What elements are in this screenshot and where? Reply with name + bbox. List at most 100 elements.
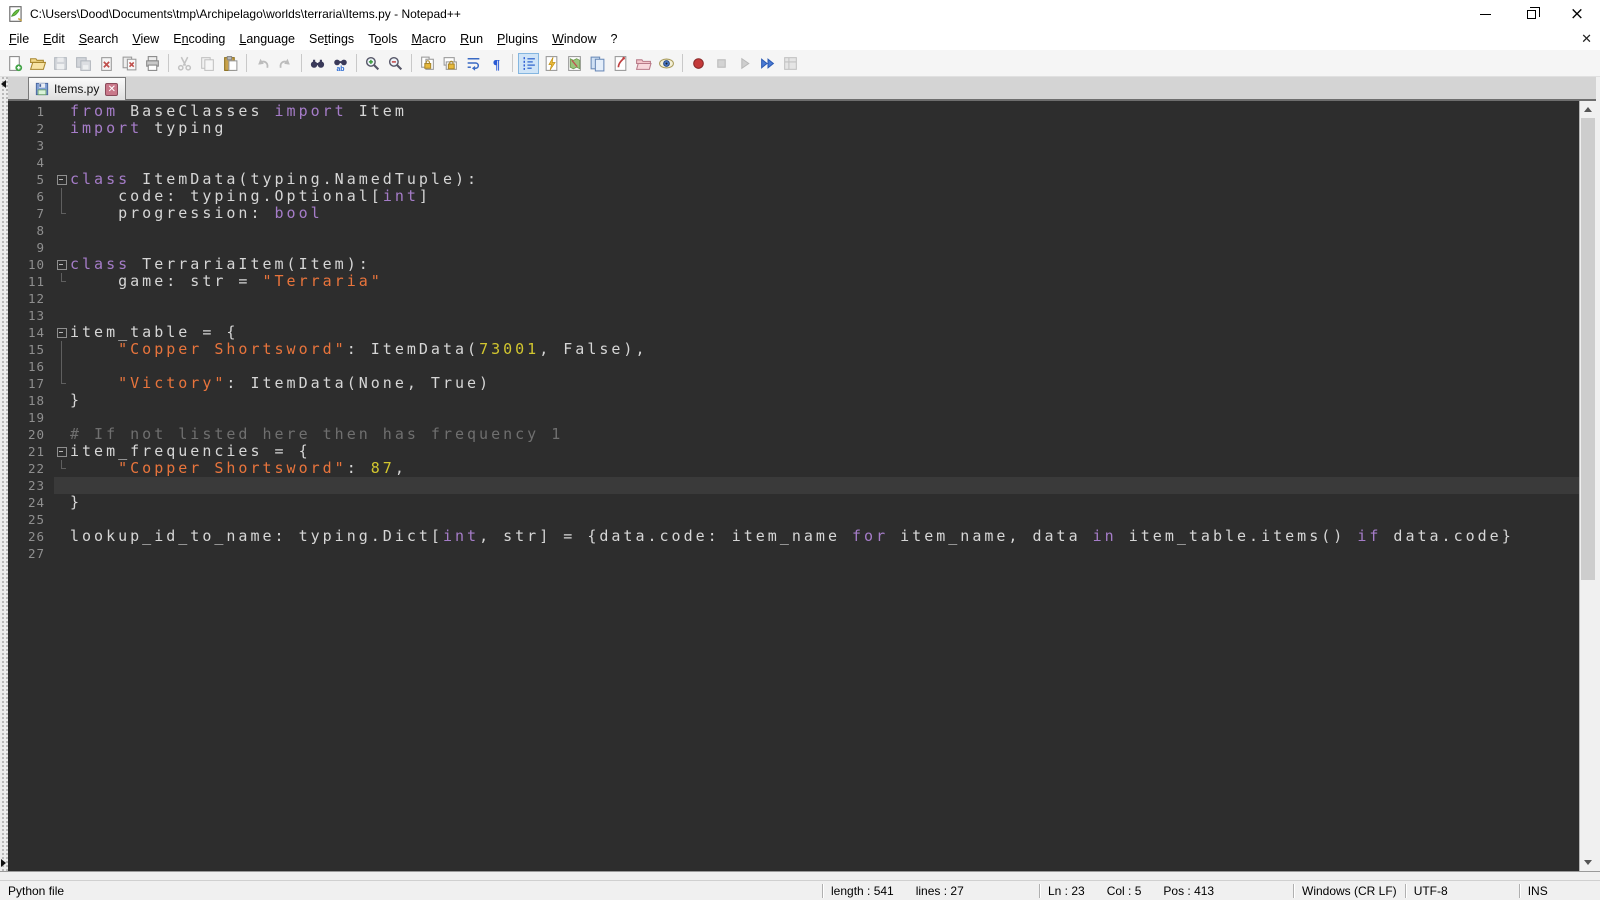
fold-marker-box[interactable] <box>54 443 70 460</box>
code-text[interactable] <box>70 545 1579 562</box>
status-insert-mode[interactable]: INS <box>1520 881 1600 900</box>
code-line-9[interactable]: 9 <box>8 239 1579 256</box>
toolbar-button-word-wrap[interactable] <box>463 53 484 74</box>
code-text[interactable] <box>70 137 1579 154</box>
code-line-23[interactable]: 23 <box>8 477 1579 494</box>
menu-item-macro[interactable]: Macro <box>404 30 453 48</box>
code-text[interactable]: class ItemData(typing.NamedTuple): <box>70 171 1579 188</box>
toolbar-button-show-all-characters[interactable]: ¶ <box>486 53 507 74</box>
code-text[interactable] <box>70 409 1579 426</box>
left-dock-splitter[interactable] <box>0 77 8 871</box>
menu-item-encoding[interactable]: Encoding <box>166 30 232 48</box>
toolbar-button-replace[interactable]: ab <box>330 53 351 74</box>
code-text[interactable] <box>70 290 1579 307</box>
fold-marker-box[interactable] <box>54 171 70 188</box>
toolbar-button-zoom-out[interactable] <box>385 53 406 74</box>
toolbar-button-document-list[interactable] <box>587 53 608 74</box>
code-text[interactable] <box>70 358 1579 375</box>
code-text[interactable]: progression: bool <box>70 205 1579 222</box>
toolbar-button-save[interactable] <box>50 53 71 74</box>
toolbar-button-macro-record[interactable] <box>688 53 709 74</box>
code-text[interactable]: } <box>70 392 1579 409</box>
code-line-10[interactable]: 10class TerrariaItem(Item): <box>8 256 1579 273</box>
scrollbar-thumb[interactable] <box>1581 118 1595 580</box>
code-text[interactable] <box>70 154 1579 171</box>
code-line-14[interactable]: 14item_table = { <box>8 324 1579 341</box>
status-encoding[interactable]: UTF-8 <box>1406 881 1519 900</box>
close-button[interactable]: × <box>1554 0 1600 28</box>
fold-marker-box[interactable] <box>54 256 70 273</box>
code-text[interactable]: import typing <box>70 120 1579 137</box>
code-line-4[interactable]: 4 <box>8 154 1579 171</box>
scrollbar-track[interactable] <box>1580 118 1596 854</box>
toolbar-button-find[interactable] <box>307 53 328 74</box>
menu-item-edit[interactable]: Edit <box>36 30 72 48</box>
code-line-12[interactable]: 12 <box>8 290 1579 307</box>
toolbar-button-close-all[interactable] <box>119 53 140 74</box>
menu-item-file[interactable]: File <box>2 30 36 48</box>
code-line-19[interactable]: 19 <box>8 409 1579 426</box>
restore-button[interactable] <box>1508 0 1554 28</box>
toolbar-button-sync-scroll-vertical[interactable] <box>417 53 438 74</box>
code-text[interactable]: item_table = { <box>70 324 1579 341</box>
toolbar-button-undo[interactable] <box>252 53 273 74</box>
dock-expand-right-icon[interactable] <box>1 859 6 867</box>
code-text[interactable]: item_frequencies = { <box>70 443 1579 460</box>
menu-item-help[interactable]: ? <box>604 30 625 48</box>
tab-items-py[interactable]: Items.py ✕ <box>28 77 126 100</box>
menu-item-search[interactable]: Search <box>72 30 126 48</box>
code-text[interactable] <box>70 511 1579 528</box>
close-document-icon[interactable]: ✕ <box>1581 32 1592 47</box>
code-text[interactable]: "Copper Shortsword": ItemData(73001, Fal… <box>70 341 1579 358</box>
code-text[interactable]: class TerrariaItem(Item): <box>70 256 1579 273</box>
toolbar-button-sync-scroll-horizontal[interactable] <box>440 53 461 74</box>
code-line-18[interactable]: 18} <box>8 392 1579 409</box>
toolbar-button-macro-play[interactable] <box>734 53 755 74</box>
code-line-5[interactable]: 5class ItemData(typing.NamedTuple): <box>8 171 1579 188</box>
code-line-22[interactable]: 22 "Copper Shortsword": 87, <box>8 460 1579 477</box>
toolbar-button-redo[interactable] <box>275 53 296 74</box>
menu-item-settings[interactable]: Settings <box>302 30 361 48</box>
toolbar-button-copy[interactable] <box>197 53 218 74</box>
code-line-7[interactable]: 7 progression: bool <box>8 205 1579 222</box>
toolbar-button-indent-guide[interactable] <box>518 53 539 74</box>
menu-item-language[interactable]: Language <box>232 30 302 48</box>
code-line-15[interactable]: 15 "Copper Shortsword": ItemData(73001, … <box>8 341 1579 358</box>
toolbar-button-close-file[interactable] <box>96 53 117 74</box>
toolbar-button-macro-run-multiple[interactable] <box>757 53 778 74</box>
toolbar-button-function-list[interactable] <box>541 53 562 74</box>
code-text[interactable]: game: str = "Terraria" <box>70 273 1579 290</box>
code-text[interactable] <box>70 222 1579 239</box>
code-line-3[interactable]: 3 <box>8 137 1579 154</box>
code-line-27[interactable]: 27 <box>8 545 1579 562</box>
menu-item-window[interactable]: Window <box>545 30 603 48</box>
toolbar-button-print[interactable] <box>142 53 163 74</box>
dock-collapse-left-icon[interactable] <box>1 80 6 88</box>
code-line-24[interactable]: 24} <box>8 494 1579 511</box>
toolbar-button-monitor-script[interactable] <box>610 53 631 74</box>
code-line-8[interactable]: 8 <box>8 222 1579 239</box>
code-text[interactable]: "Victory": ItemData(None, True) <box>70 375 1579 392</box>
code-line-21[interactable]: 21item_frequencies = { <box>8 443 1579 460</box>
code-text[interactable]: lookup_id_to_name: typing.Dict[int, str]… <box>70 528 1579 545</box>
toolbar-button-open-folder[interactable] <box>27 53 48 74</box>
code-line-20[interactable]: 20# If not listed here then has frequenc… <box>8 426 1579 443</box>
code-text[interactable]: } <box>70 494 1579 511</box>
code-text[interactable]: code: typing.Optional[int] <box>70 188 1579 205</box>
toolbar-button-paste[interactable] <box>220 53 241 74</box>
vertical-scrollbar[interactable] <box>1579 101 1596 871</box>
code-line-1[interactable]: 1from BaseClasses import Item <box>8 103 1579 120</box>
toolbar-button-document-map[interactable] <box>564 53 585 74</box>
toolbar-button-new-file[interactable] <box>4 53 25 74</box>
code-line-11[interactable]: 11 game: str = "Terraria" <box>8 273 1579 290</box>
menu-item-view[interactable]: View <box>125 30 166 48</box>
menu-item-tools[interactable]: Tools <box>361 30 404 48</box>
toolbar-button-macro-save[interactable] <box>780 53 801 74</box>
fold-marker-box[interactable] <box>54 324 70 341</box>
code-text[interactable] <box>70 307 1579 324</box>
code-line-17[interactable]: 17 "Victory": ItemData(None, True) <box>8 375 1579 392</box>
code-line-16[interactable]: 16 <box>8 358 1579 375</box>
code-line-2[interactable]: 2import typing <box>8 120 1579 137</box>
code-line-6[interactable]: 6 code: typing.Optional[int] <box>8 188 1579 205</box>
minimize-button[interactable] <box>1462 0 1508 28</box>
